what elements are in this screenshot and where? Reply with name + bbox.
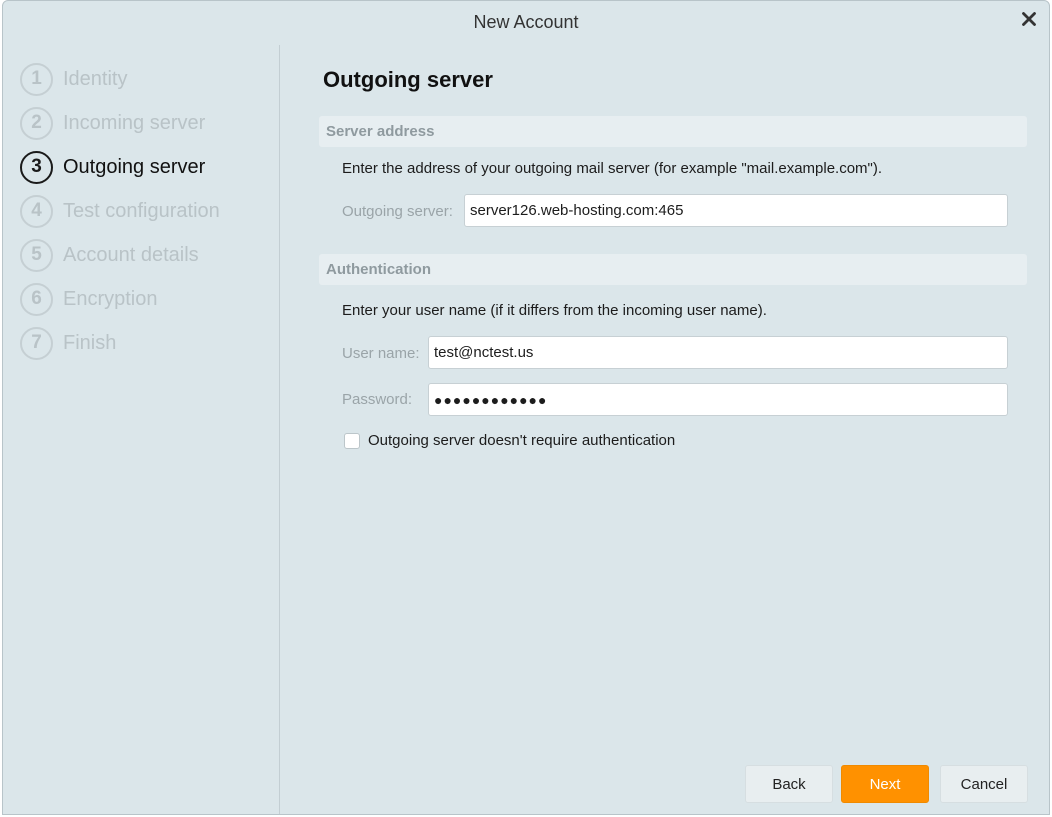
server-address-header: Server address: [319, 116, 1027, 147]
outgoing-server-input[interactable]: [464, 194, 1008, 227]
dialog-title: New Account: [473, 12, 579, 32]
step-number: 1: [20, 62, 53, 96]
step-number: 5: [20, 238, 53, 272]
outgoing-server-label: Outgoing server:: [342, 203, 453, 220]
step-label: Account details: [63, 243, 199, 266]
password-input[interactable]: [428, 383, 1008, 416]
step-label: Identity: [63, 67, 128, 90]
step-outgoing-server: 3 Outgoing server: [20, 149, 205, 185]
step-encryption: 6 Encryption: [20, 281, 158, 317]
step-number: 2: [20, 106, 53, 140]
new-account-dialog: New Account 1 Identity 2 Incoming server…: [2, 0, 1050, 815]
close-icon: [1022, 12, 1036, 26]
step-incoming-server: 2 Incoming server: [20, 105, 205, 141]
step-identity: 1 Identity: [20, 61, 127, 97]
step-number: 4: [20, 194, 53, 228]
step-label: Test configuration: [63, 199, 220, 222]
step-label: Encryption: [63, 287, 158, 310]
no-auth-option: Outgoing server doesn't require authenti…: [344, 432, 675, 449]
title-bar: New Account: [3, 1, 1049, 45]
cancel-button[interactable]: Cancel: [940, 765, 1028, 803]
step-test-configuration: 4 Test configuration: [20, 193, 220, 229]
close-button[interactable]: [1017, 7, 1041, 31]
username-input[interactable]: [428, 336, 1008, 369]
username-label: User name:: [342, 345, 420, 362]
step-account-details: 5 Account details: [20, 237, 199, 273]
main-panel: Outgoing server Server address Enter the…: [280, 45, 1049, 814]
page-title: Outgoing server: [323, 67, 493, 92]
back-button[interactable]: Back: [745, 765, 833, 803]
step-number: 6: [20, 282, 53, 316]
step-label: Incoming server: [63, 111, 206, 134]
step-number: 3: [20, 150, 53, 184]
step-label: Finish: [63, 331, 117, 354]
step-number: 7: [20, 326, 53, 360]
no-auth-checkbox-label[interactable]: Outgoing server doesn't require authenti…: [368, 432, 675, 449]
no-auth-checkbox[interactable]: [344, 432, 360, 449]
wizard-steps-sidebar: 1 Identity 2 Incoming server 3 Outgoing …: [3, 45, 280, 814]
step-finish: 7 Finish: [20, 325, 116, 361]
server-address-description: Enter the address of your outgoing mail …: [342, 160, 883, 177]
authentication-header: Authentication: [319, 254, 1027, 285]
next-button[interactable]: Next: [841, 765, 929, 803]
password-label: Password:: [342, 391, 413, 408]
authentication-description: Enter your user name (if it differs from…: [342, 302, 767, 319]
step-label: Outgoing server: [63, 155, 206, 178]
